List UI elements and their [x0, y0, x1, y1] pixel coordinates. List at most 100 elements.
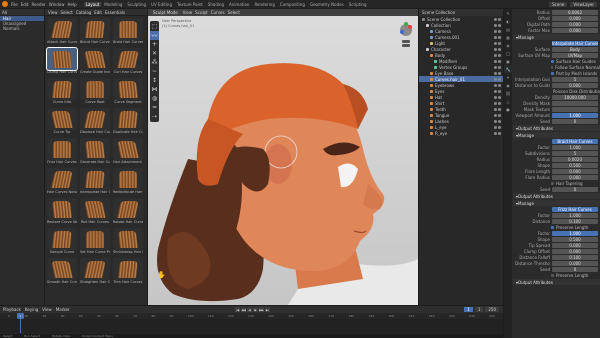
asset-menu-essentials[interactable]: Essentials [105, 10, 125, 15]
asset-card[interactable]: Trim Hair Curves [113, 258, 143, 286]
eye-icon[interactable] [494, 71, 497, 75]
asset-card[interactable]: Curl Hair Curves [113, 48, 143, 76]
tab-shading[interactable]: Shading [206, 2, 226, 7]
prev-key-icon[interactable]: ◀◀ [241, 307, 246, 312]
timeline-menu-playback[interactable]: Playback [3, 307, 21, 312]
eye-icon[interactable] [494, 17, 497, 21]
property-field[interactable]: 0.500 [552, 236, 598, 242]
smooth-tool-icon[interactable]: ≈ [150, 103, 159, 112]
physics-tab-icon[interactable]: ◉ [504, 81, 512, 89]
viewport-menu-select[interactable]: Select [228, 10, 240, 15]
property-field[interactable]: UVMap [552, 52, 598, 58]
asset-card[interactable]: Curve Info [47, 78, 77, 106]
property-field[interactable]: 0.000 [552, 260, 598, 266]
camera-icon[interactable] [498, 101, 501, 105]
asset-card[interactable]: Sample Curve [47, 228, 77, 256]
camera-icon[interactable] [498, 131, 501, 135]
camera-icon[interactable] [498, 59, 501, 63]
camera-icon[interactable] [498, 83, 501, 87]
property-field[interactable]: 0.100 [552, 218, 598, 224]
property-field[interactable]: Body [552, 46, 598, 52]
camera-icon[interactable] [498, 35, 501, 39]
property-field[interactable]: 0.0002 [552, 9, 598, 15]
property-field[interactable]: 0 [552, 266, 598, 272]
property-field[interactable]: 0 [552, 118, 598, 124]
asset-card[interactable]: Straighten Hair Curves [80, 258, 110, 286]
grow-shrink-tool-icon[interactable]: ↕ [150, 76, 159, 85]
snake-hook-tool-icon[interactable]: ~ [150, 67, 159, 76]
checkbox-icon[interactable] [551, 181, 554, 185]
panel-header[interactable]: ▾ Output Attributes [513, 279, 600, 285]
asset-card[interactable]: Blend Hair Curves [80, 18, 110, 46]
viewport-menu-sculpt-mode[interactable]: Sculpt Mode [151, 10, 180, 15]
property-field[interactable]: 0.000 [552, 15, 598, 21]
menu-render[interactable]: Render [31, 2, 45, 7]
scene-tab-icon[interactable]: ◈ [504, 41, 512, 49]
hand-icon[interactable]: ✋ [157, 271, 166, 279]
asset-card[interactable]: Smooth Hair Curves [47, 258, 77, 286]
eye-icon[interactable] [494, 113, 497, 117]
property-field[interactable]: 0.000 [552, 27, 598, 33]
checkbox-icon[interactable] [551, 59, 554, 63]
material-tab-icon[interactable]: ● [504, 105, 512, 113]
property-field[interactable]: 0.0020 [552, 156, 598, 162]
checkbox-icon[interactable] [551, 225, 554, 229]
property-field[interactable]: 1.000 [552, 212, 598, 218]
timeline-menu-view[interactable]: View [42, 307, 52, 312]
camera-icon[interactable] [498, 113, 501, 117]
tab-layout[interactable]: Layout [83, 1, 102, 7]
select-tool-icon[interactable]: ⬚ [150, 22, 159, 31]
tab-rendering[interactable]: Rendering [252, 2, 276, 7]
property-field[interactable]: 1.000 [552, 144, 598, 150]
tab-texture-paint[interactable]: Texture Paint [175, 2, 205, 7]
asset-card[interactable]: Interpolate Hair Curves [80, 168, 110, 196]
asset-card[interactable]: Duplicate Hair Curves [113, 108, 143, 136]
checkbox-icon[interactable] [551, 71, 554, 75]
view-layer-tab-icon[interactable]: ▦ [504, 33, 512, 41]
slide-tool-icon[interactable]: ⇢ [150, 112, 159, 121]
property-field[interactable]: 0.000 [552, 82, 598, 88]
asset-card[interactable]: Set Hair Curve Profile [80, 228, 110, 256]
tab-geometry-nodes[interactable]: Geometry Nodes [308, 2, 346, 7]
eye-icon[interactable] [494, 107, 497, 111]
outliner-row[interactable]: R_eye [419, 130, 503, 136]
asset-menu-edit[interactable]: Edit [94, 10, 102, 15]
tab-animation[interactable]: Animation [227, 2, 251, 7]
eye-icon[interactable] [494, 77, 497, 81]
camera-icon[interactable] [498, 71, 501, 75]
asset-card[interactable]: Frizz Hair Curves [47, 138, 77, 166]
eye-icon[interactable] [494, 59, 497, 63]
property-field[interactable] [552, 106, 598, 112]
property-field[interactable]: 0 [552, 186, 598, 192]
eye-icon[interactable] [494, 53, 497, 57]
asset-card[interactable]: Curve Tip [47, 108, 77, 136]
asset-card[interactable]: Create Guide Index [80, 48, 110, 76]
eye-icon[interactable] [494, 125, 497, 129]
camera-icon[interactable] [498, 95, 501, 99]
output-tab-icon[interactable]: ▤ [504, 25, 512, 33]
asset-card[interactable]: Curve Segment [113, 78, 143, 106]
camera-icon[interactable] [498, 119, 501, 123]
viewport-menu-curves[interactable]: Curves [211, 10, 225, 15]
camera-icon[interactable] [498, 23, 501, 27]
camera-icon[interactable] [498, 107, 501, 111]
camera-icon[interactable] [498, 17, 501, 21]
navigation-gizmo[interactable] [396, 21, 416, 49]
catalog-all-label[interactable]: All [2, 10, 7, 15]
camera-icon[interactable] [498, 47, 501, 51]
asset-menu-select[interactable]: Select [61, 10, 73, 15]
asset-card[interactable]: Hair Attachment Info [113, 138, 143, 166]
view-layer-field[interactable]: ViewLayer [570, 1, 597, 7]
asset-card[interactable]: Attach Hair Curves [47, 18, 77, 46]
tab-modeling[interactable]: Modeling [102, 2, 124, 7]
constraints-tab-icon[interactable]: ⛓ [504, 89, 512, 97]
data-tab-icon[interactable]: △ [504, 97, 512, 105]
eye-icon[interactable] [494, 101, 497, 105]
property-field[interactable]: 1.000 [552, 230, 598, 236]
asset-card[interactable]: Clump Hair Curves [46, 47, 78, 76]
next-key-icon[interactable]: ▶▶ [259, 307, 264, 312]
modifiers-tab-icon[interactable]: 🔧 [504, 65, 512, 73]
camera-icon[interactable] [498, 77, 501, 81]
camera-icon[interactable] [498, 65, 501, 69]
viewport-menu-view[interactable]: View [183, 10, 193, 15]
